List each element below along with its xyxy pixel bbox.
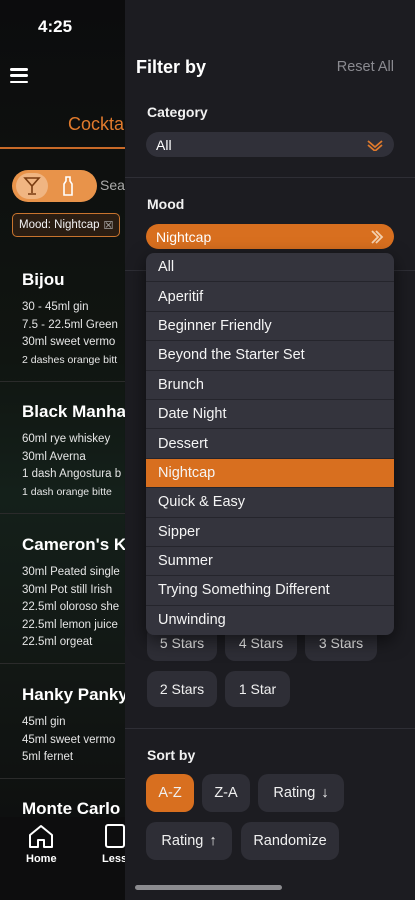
- cocktail-name: Bijou: [22, 270, 65, 289]
- ingredient: 30ml Pot still Irish: [22, 583, 113, 596]
- cocktail-card[interactable]: Cameron's K 30ml Peated single 30ml Pot …: [22, 535, 132, 652]
- cocktail-card[interactable]: Black Manha 60ml rye whiskey 30ml Averna…: [22, 402, 132, 501]
- mood-option[interactable]: Date Night: [146, 400, 394, 430]
- ingredient: 30ml Peated single: [22, 566, 120, 578]
- divider: [0, 663, 125, 664]
- ingredient: 30 - 45ml gin: [22, 301, 89, 313]
- ingredient: 22.5ml oloroso she: [22, 601, 120, 613]
- arrow-up-icon: ↑: [209, 833, 217, 849]
- tab-home[interactable]: Home: [26, 823, 57, 865]
- home-icon: [29, 825, 54, 848]
- ingredient: 7.5 - 22.5ml Green: [22, 318, 118, 331]
- category-label: Category: [147, 104, 208, 120]
- rating-1-star-button[interactable]: 1 Star: [225, 671, 290, 707]
- mood-option[interactable]: Dessert: [146, 429, 394, 459]
- tab-label: Home: [26, 853, 57, 865]
- sort-option-label: Z-A: [214, 785, 238, 801]
- mood-option[interactable]: Beginner Friendly: [146, 312, 394, 342]
- divider: [125, 177, 415, 178]
- ingredient: 45ml gin: [22, 716, 66, 728]
- arrow-down-icon: ↓: [321, 785, 329, 801]
- bottle-icon[interactable]: [52, 173, 84, 199]
- ingredient: 1 dash orange bitte: [22, 485, 112, 498]
- ingredient: 2 dashes orange bitt: [22, 353, 118, 366]
- mood-chip-label: Mood: Nightcap: [19, 219, 100, 231]
- cocktail-name: Black Manha: [22, 402, 126, 421]
- home-indicator: [135, 885, 282, 890]
- cocktail-glass-icon[interactable]: [16, 173, 48, 199]
- category-value: All: [156, 136, 172, 153]
- mood-option[interactable]: Nightcap: [146, 458, 394, 489]
- ingredient: 22.5ml orgeat: [22, 636, 93, 648]
- divider: [0, 778, 125, 779]
- tab-label: Less: [102, 853, 128, 865]
- ingredient: 45ml sweet vermo: [22, 733, 116, 746]
- mood-option[interactable]: All: [146, 253, 394, 283]
- tab-lessons[interactable]: Less: [102, 823, 127, 865]
- mood-select[interactable]: Nightcap: [146, 224, 394, 249]
- drawer-title: Filter by: [136, 57, 207, 77]
- category-select[interactable]: All: [146, 132, 394, 157]
- mood-value: Nightcap: [156, 228, 212, 245]
- mood-option[interactable]: Summer: [146, 547, 394, 577]
- cocktail-name: Hanky Panky: [22, 685, 128, 704]
- mood-option[interactable]: Beyond the Starter Set: [146, 341, 394, 371]
- sort-option-label: Randomize: [253, 833, 327, 849]
- ingredient: 5ml fernet: [22, 751, 74, 763]
- ingredient: 30ml Averna: [22, 450, 86, 463]
- ingredient: 1 dash Angostura b: [22, 468, 122, 480]
- ingredient: 22.5ml lemon juice: [22, 618, 118, 631]
- sort-randomize-button[interactable]: Randomize: [241, 822, 339, 860]
- divider: [125, 728, 415, 729]
- cocktail-name: Monte Carlo: [22, 799, 121, 818]
- chevron-right-icon: [371, 229, 384, 244]
- sort-rating-desc-button[interactable]: Rating ↓: [258, 774, 344, 812]
- cocktail-card[interactable]: Hanky Panky 45ml gin 45ml sweet vermo 5m…: [22, 685, 132, 767]
- chevron-down-icon: [367, 139, 383, 151]
- close-icon[interactable]: ☒: [104, 219, 114, 232]
- page-title: Cockta: [68, 114, 125, 134]
- cocktail-name: Cameron's K: [22, 535, 127, 554]
- mood-option[interactable]: Aperitif: [146, 282, 394, 312]
- title-divider: [0, 147, 125, 149]
- mood-option[interactable]: Sipper: [146, 518, 394, 547]
- mood-option[interactable]: Trying Something Different: [146, 576, 394, 606]
- search-label[interactable]: Sea: [100, 177, 125, 193]
- mood-dropdown-list: All Aperitif Beginner Friendly Beyond the S…: [146, 253, 394, 635]
- sort-a-z-button[interactable]: A-Z: [146, 774, 194, 812]
- tab-bar: Home Less: [0, 817, 127, 900]
- ingredient: 60ml rye whiskey: [22, 433, 111, 445]
- mood-filter-chip[interactable]: Mood: Nightcap ☒: [12, 213, 121, 237]
- mood-option[interactable]: Quick & Easy: [146, 488, 394, 518]
- cocktail-card[interactable]: Bijou 30 - 45ml gin 7.5 - 22.5ml Green 3…: [22, 270, 132, 369]
- book-icon: [104, 824, 125, 848]
- reset-all-button[interactable]: Reset All: [337, 59, 394, 75]
- sort-option-label: Rating: [273, 785, 316, 801]
- rating-2-stars-button[interactable]: 2 Stars: [147, 671, 217, 707]
- sort-option-label: A-Z: [158, 785, 182, 801]
- menu-icon[interactable]: [10, 68, 28, 83]
- mood-option[interactable]: Brunch: [146, 371, 394, 400]
- sort-rating-asc-button[interactable]: Rating ↑: [146, 822, 232, 860]
- ingredient: 30ml sweet vermo: [22, 336, 116, 348]
- divider: [0, 513, 125, 514]
- mood-label: Mood: [147, 196, 185, 212]
- view-toggle[interactable]: [12, 170, 97, 202]
- sort-z-a-button[interactable]: Z-A: [202, 774, 250, 812]
- status-time: 4:25: [38, 17, 73, 36]
- sort-label: Sort by: [147, 747, 196, 763]
- divider: [0, 381, 125, 382]
- sort-option-label: Rating: [161, 833, 204, 849]
- mood-option[interactable]: Unwinding: [146, 606, 394, 635]
